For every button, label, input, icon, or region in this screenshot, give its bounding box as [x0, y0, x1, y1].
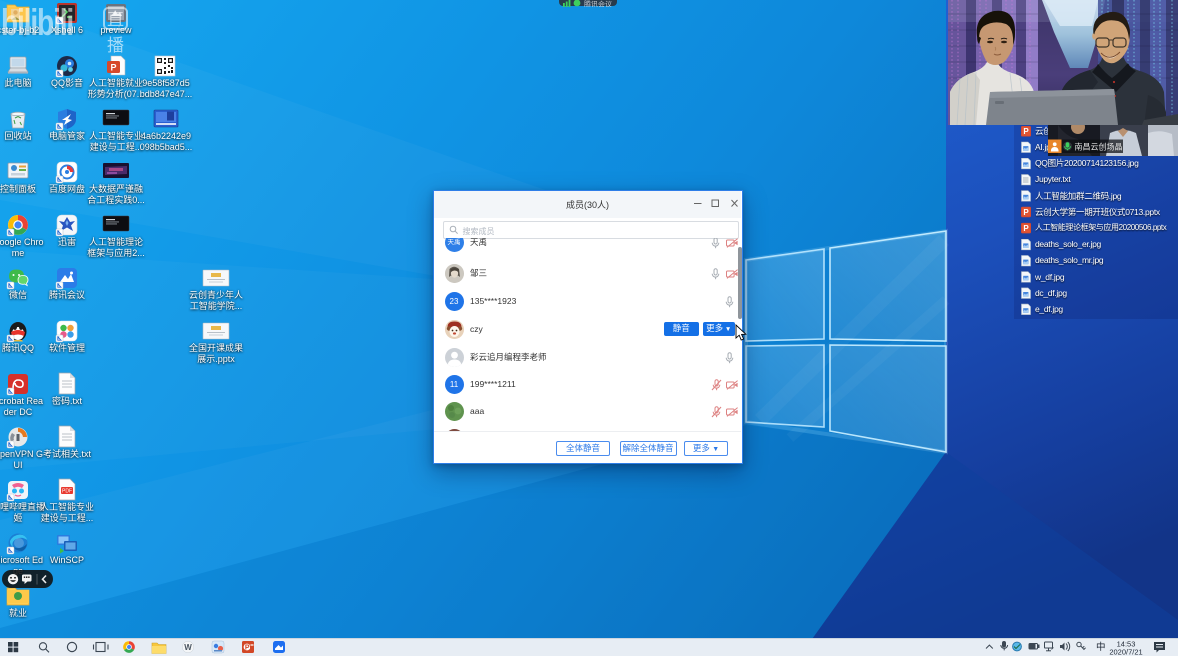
svg-text:PDF: PDF	[62, 489, 72, 495]
svg-text:W: W	[184, 643, 192, 652]
svg-text:中: 中	[1096, 641, 1106, 653]
svg-text:南昌云创场晶: 南昌云创场晶	[1075, 141, 1123, 151]
svg-text:腾讯会议: 腾讯会议	[584, 0, 612, 7]
svg-text:P: P	[245, 645, 250, 652]
svg-text:P: P	[110, 63, 116, 73]
svg-text:2020/7/21: 2020/7/21	[1109, 648, 1142, 656]
